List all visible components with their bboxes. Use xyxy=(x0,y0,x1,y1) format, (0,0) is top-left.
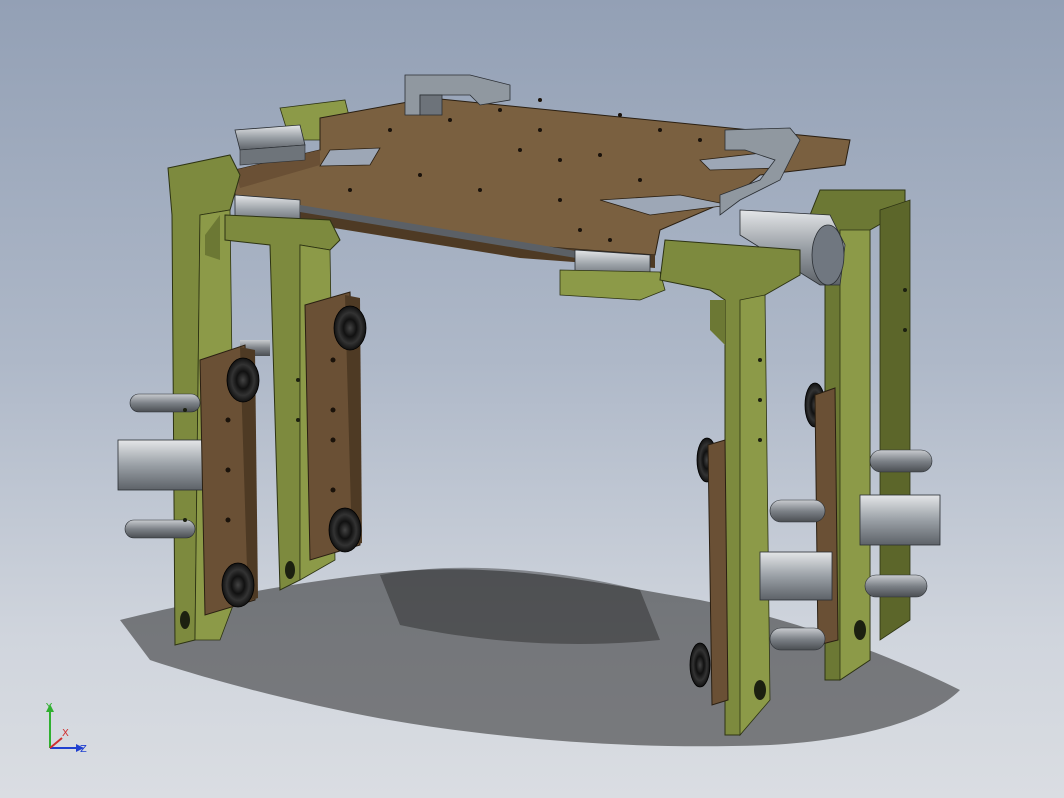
x-axis-line xyxy=(49,737,63,749)
coordinate-triad: Y X Z xyxy=(45,702,87,755)
cylinder-right-upper xyxy=(859,449,941,598)
y-axis-label: Y xyxy=(45,702,53,713)
linear-rail-top-left xyxy=(234,124,306,166)
wheel-plate-left-rear xyxy=(304,291,367,561)
wheel-plate-right-front xyxy=(689,437,729,706)
z-axis-label: Z xyxy=(80,744,87,755)
x-axis-label: X xyxy=(62,728,69,739)
assembly-model[interactable] xyxy=(0,0,1064,798)
cad-viewport[interactable]: Y X Z xyxy=(0,0,1064,798)
wheel-plate-left-front xyxy=(199,344,260,616)
